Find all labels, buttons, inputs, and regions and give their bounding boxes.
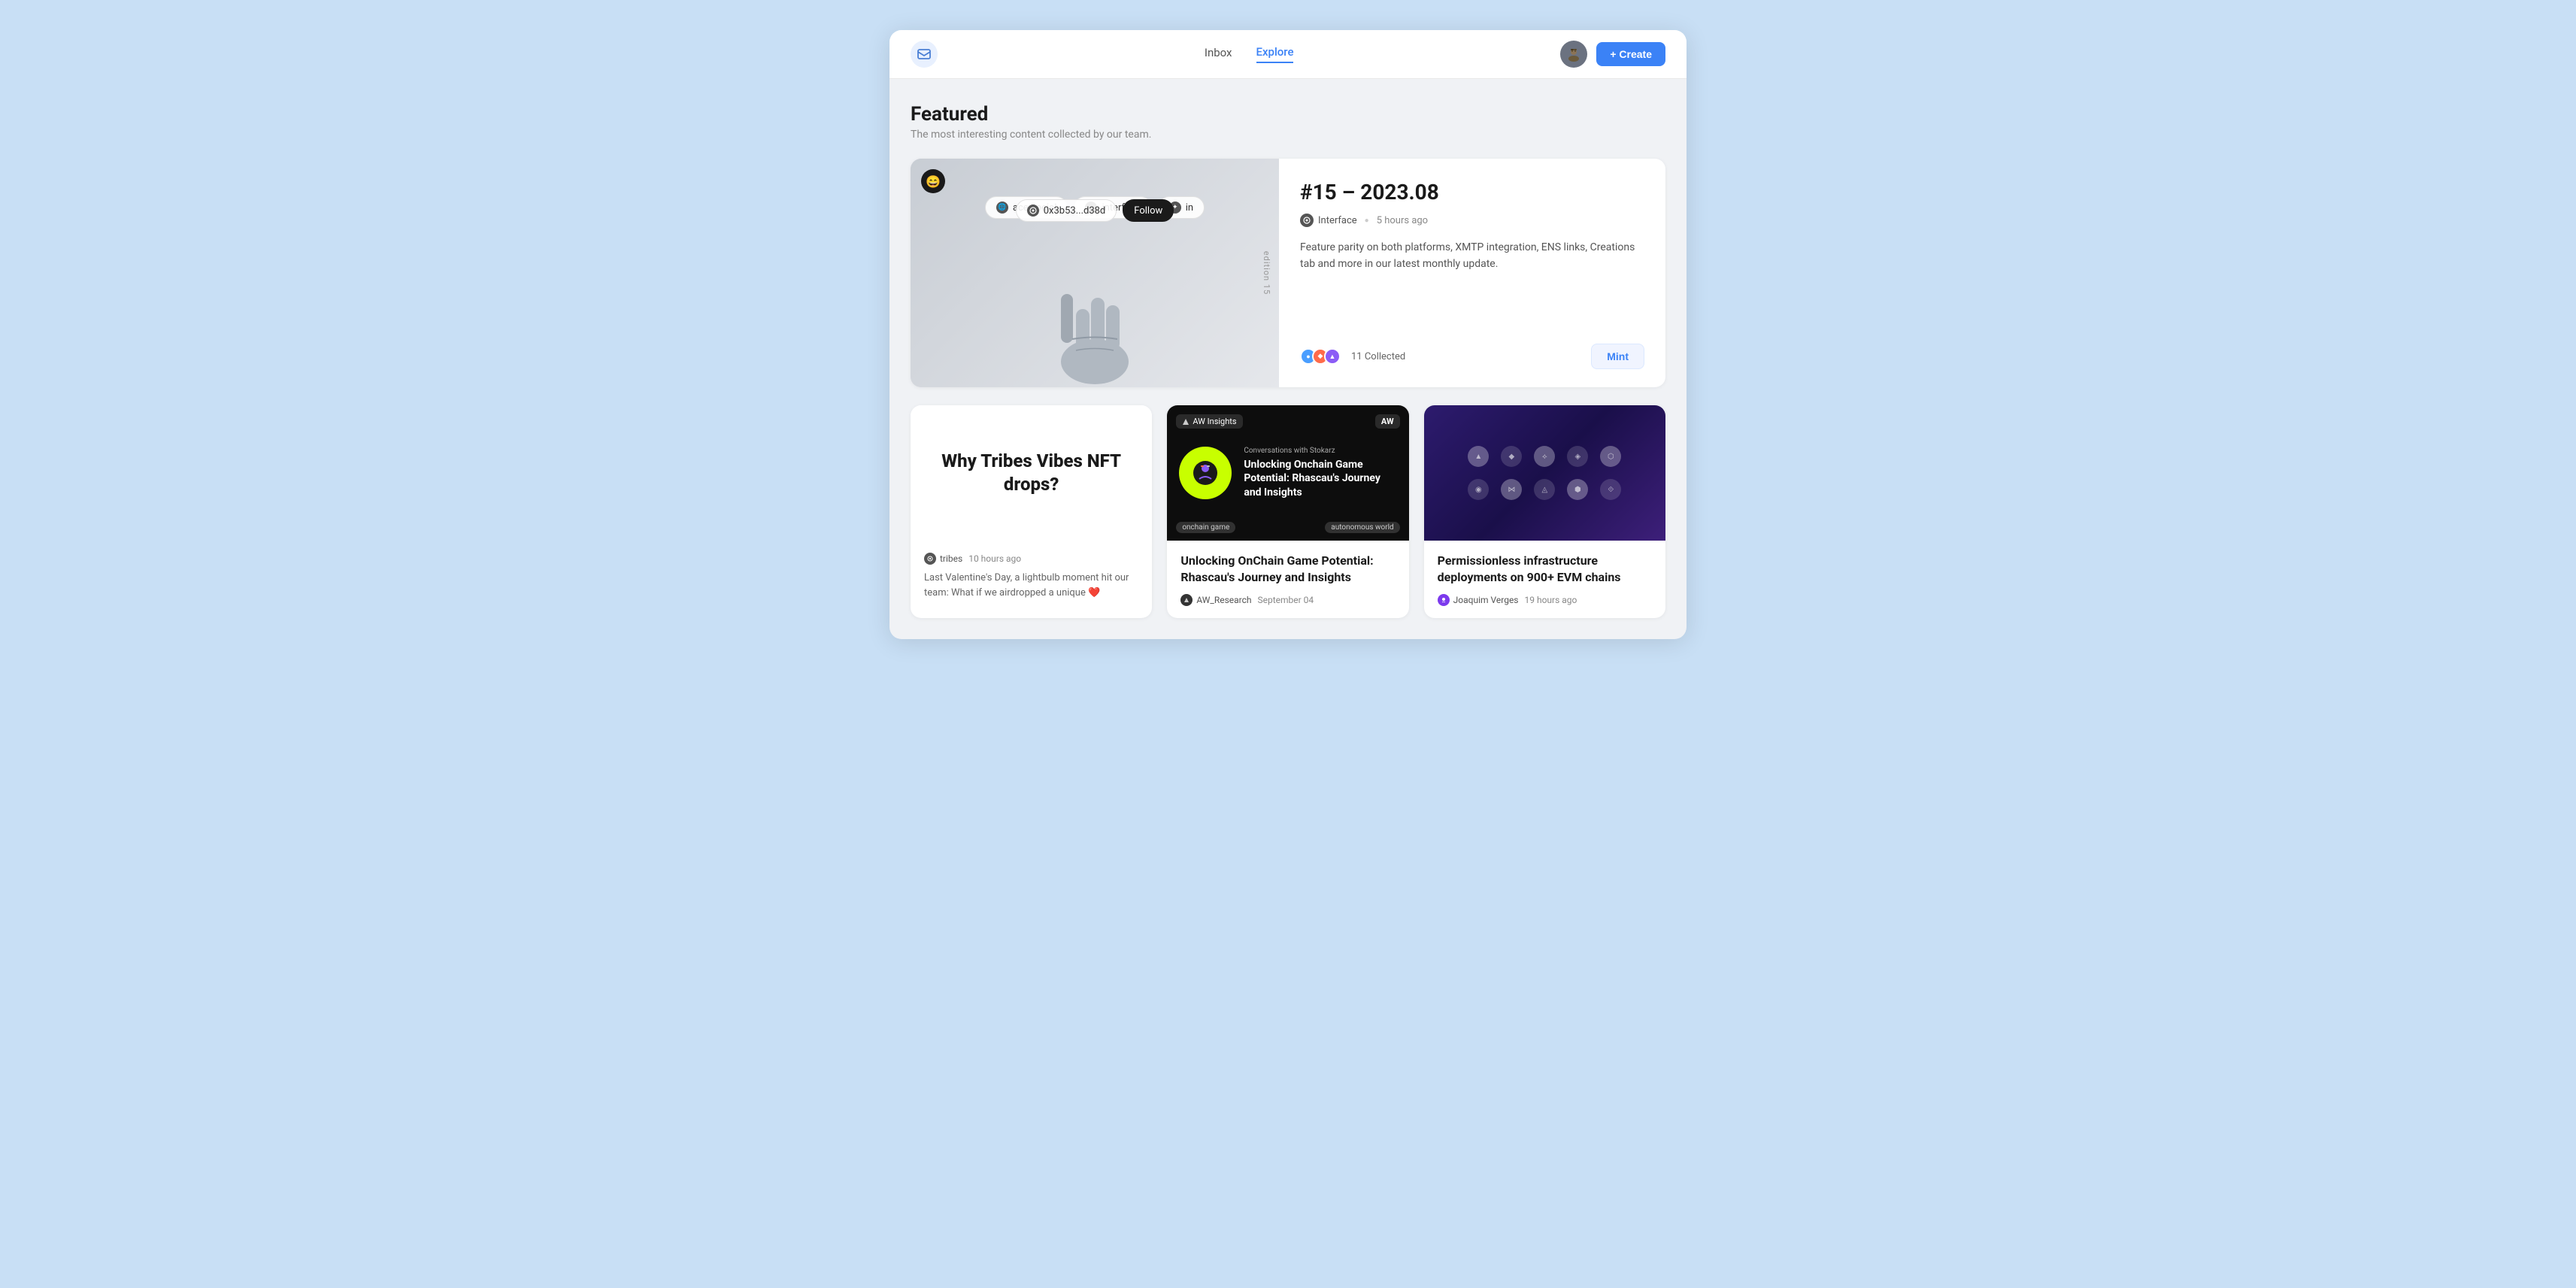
card-tribes-image: Why Tribes Vibes NFT drops?	[911, 405, 1152, 541]
infra-dot-1: ▲	[1468, 446, 1489, 467]
infra-dot-4: ◈	[1567, 446, 1588, 467]
article-meta: Interface ● 5 hours ago	[1300, 214, 1644, 227]
header-right: + Create	[1560, 41, 1665, 68]
aw-badge-left: AW Insights	[1176, 414, 1242, 429]
address-pill[interactable]: 0x3b53...d38d	[1016, 199, 1117, 222]
card-tribes-source[interactable]: tribes	[924, 553, 962, 565]
infra-dot-2: ◆	[1501, 446, 1522, 467]
infra-dot-5: ⬡	[1600, 446, 1621, 467]
card-aw-body: Unlocking OnChain Game Potential: Rhasca…	[1167, 541, 1408, 618]
card-infra-source[interactable]: Joaquim Verges	[1438, 594, 1519, 606]
infra-dot-7: ⋈	[1501, 479, 1522, 500]
featured-card: 😄 0x3b53...d38d Follow	[911, 159, 1665, 387]
featured-info: #15 – 2023.08 Interface ●	[1279, 159, 1665, 387]
infra-dot-9: ⬢	[1567, 479, 1588, 500]
article-time: 5 hours ago	[1377, 215, 1428, 226]
aw-source-name: AW_Research	[1196, 595, 1251, 605]
aw-bottom-labels: onchain game autonomous world	[1176, 522, 1399, 533]
card-aw-time: September 04	[1258, 595, 1314, 605]
nav-explore[interactable]: Explore	[1256, 45, 1294, 63]
mint-button[interactable]: Mint	[1591, 344, 1644, 369]
tribes-card-title: Why Tribes Vibes NFT drops?	[932, 450, 1131, 496]
card-aw-meta: AW_Research September 04	[1180, 594, 1395, 606]
card-tribes-description: Last Valentine's Day, a lightbulb moment…	[924, 571, 1138, 600]
article-title: #15 – 2023.08	[1300, 180, 1644, 205]
infra-dot-8: ◬	[1534, 479, 1555, 500]
card-infra: ▲ ◆ ⟡ ◈ ⬡ ◉ ⋈ ◬ ⬢ ⟐ Permissionless infra…	[1424, 405, 1665, 618]
main-nav: Inbox Explore	[1205, 45, 1294, 63]
user-avatar[interactable]	[1560, 41, 1587, 68]
hand-illustration	[1035, 264, 1155, 387]
aw-heading: Unlocking Onchain Game Potential: Rhasca…	[1244, 458, 1396, 499]
tribes-source-icon	[924, 553, 936, 565]
card-infra-meta: Joaquim Verges 19 hours ago	[1438, 594, 1652, 606]
featured-image: 😄 0x3b53...d38d Follow	[911, 159, 1279, 387]
collector-avatar-3: ▲	[1324, 348, 1341, 365]
card-aw: AW Insights AW	[1167, 405, 1408, 618]
card-tribes-body: tribes 10 hours ago Last Valentine's Day…	[911, 541, 1152, 612]
header: Inbox Explore + Create	[889, 30, 1687, 79]
aw-text-block: Conversations with Stokarz Unlocking Onc…	[1244, 447, 1396, 499]
aw-conversations-label: Conversations with Stokarz	[1244, 447, 1396, 455]
collectors: ● ◆ ▲ 11 Collected	[1300, 348, 1405, 365]
featured-info-bottom: ● ◆ ▲ 11 Collected Mint	[1300, 344, 1644, 369]
nav-inbox[interactable]: Inbox	[1205, 46, 1232, 62]
featured-title: Featured	[911, 103, 1665, 126]
article-source[interactable]: Interface	[1300, 214, 1357, 227]
edition-label: edition 15	[1262, 251, 1271, 295]
card-tribes-time: 10 hours ago	[968, 553, 1021, 564]
card-infra-title: Permissionless infrastructure deployment…	[1438, 553, 1652, 586]
infra-dots: ▲ ◆ ⟡ ◈ ⬡ ◉ ⋈ ◬ ⬢ ⟐	[1453, 431, 1636, 515]
aw-label-right: autonomous world	[1325, 522, 1399, 533]
main-content: Featured The most interesting content co…	[889, 79, 1687, 639]
card-aw-image: AW Insights AW	[1167, 405, 1408, 541]
card-infra-image: ▲ ◆ ⟡ ◈ ⬡ ◉ ⋈ ◬ ⬢ ⟐	[1424, 405, 1665, 541]
card-infra-time: 19 hours ago	[1525, 595, 1577, 605]
cards-grid: Why Tribes Vibes NFT drops? tribes	[911, 405, 1665, 618]
article-description: Feature parity on both platforms, XMTP i…	[1300, 239, 1644, 273]
source-name: Interface	[1318, 215, 1357, 226]
aw-label-left: onchain game	[1176, 522, 1235, 533]
infra-dot-3: ⟡	[1534, 446, 1555, 467]
infra-dot-6: ◉	[1468, 479, 1489, 500]
featured-image-avatar: 😄	[921, 169, 945, 193]
card-tribes-meta: tribes 10 hours ago	[924, 553, 1138, 565]
collector-avatars: ● ◆ ▲	[1300, 348, 1336, 365]
aw-circle	[1179, 447, 1232, 499]
source-icon	[1300, 214, 1314, 227]
address-text: 0x3b53...d38d	[1044, 205, 1106, 217]
infra-source-name: Joaquim Verges	[1453, 595, 1519, 605]
card-tribes: Why Tribes Vibes NFT drops? tribes	[911, 405, 1152, 618]
create-button[interactable]: + Create	[1596, 42, 1665, 66]
card-aw-source[interactable]: AW_Research	[1180, 594, 1251, 606]
app-window: Inbox Explore + Create Featured The most…	[889, 30, 1687, 639]
card-aw-title: Unlocking OnChain Game Potential: Rhasca…	[1180, 553, 1395, 586]
follow-button[interactable]: Follow	[1123, 199, 1174, 222]
aw-badge-right: AW	[1375, 414, 1400, 429]
address-icon	[1027, 205, 1039, 217]
infra-source-icon	[1438, 594, 1450, 606]
tribes-source-name: tribes	[940, 553, 962, 564]
card-infra-body: Permissionless infrastructure deployment…	[1424, 541, 1665, 618]
aw-source-icon	[1180, 594, 1193, 606]
app-logo[interactable]	[911, 41, 938, 68]
featured-subtitle: The most interesting content collected b…	[911, 129, 1665, 141]
infra-dot-10: ⟐	[1600, 479, 1621, 500]
collectors-count: 11 Collected	[1351, 351, 1405, 362]
